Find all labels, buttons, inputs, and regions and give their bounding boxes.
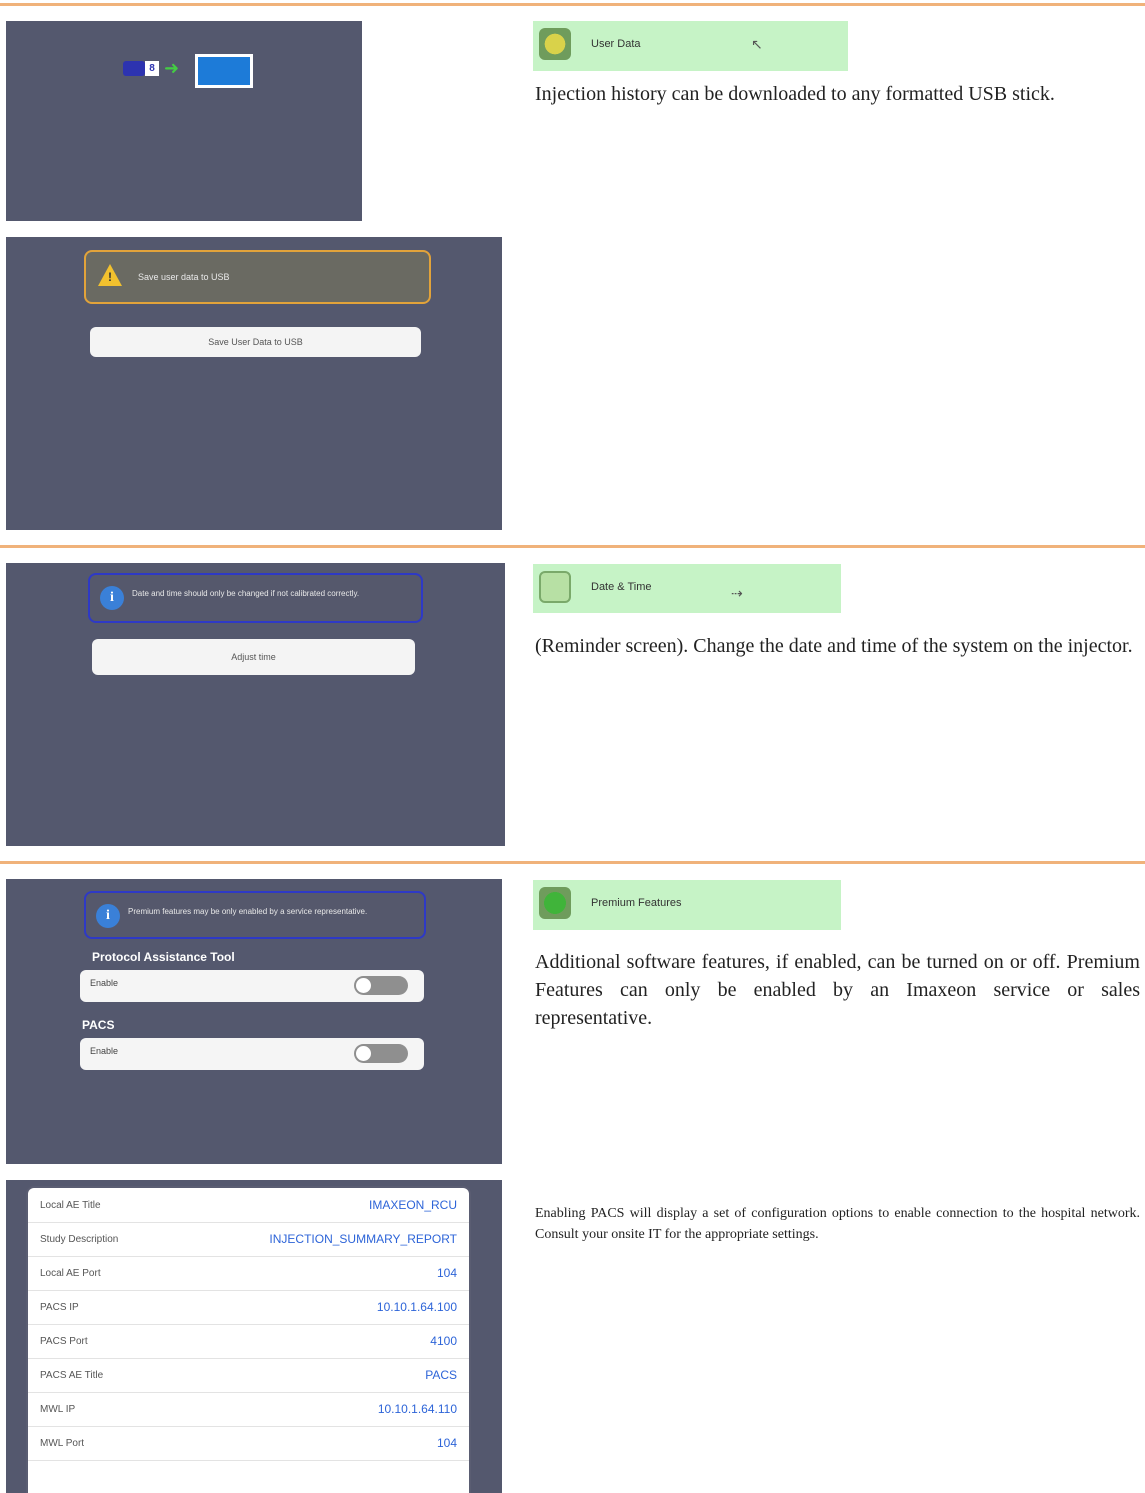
- section-divider: [0, 3, 1145, 6]
- row-value: 10.10.1.64.100: [376, 1300, 457, 1314]
- premium-features-header[interactable]: Premium Features: [533, 880, 841, 930]
- cursor-icon: ↖: [751, 37, 763, 53]
- pacs-row: Enable: [80, 1038, 424, 1070]
- row-key: PACS AE Title: [40, 1370, 104, 1381]
- row-key: Study Description: [40, 1234, 119, 1245]
- row-key: Local AE Port: [40, 1268, 101, 1279]
- table-row[interactable]: MWL IP 10.10.1.64.110: [28, 1392, 469, 1427]
- table-row[interactable]: PACS Port 4100: [28, 1324, 469, 1359]
- table-row[interactable]: MWL Port 104: [28, 1426, 469, 1461]
- cursor-icon: ⇢: [731, 586, 743, 602]
- warning-text: Save user data to USB: [138, 272, 230, 282]
- user-data-icon: [539, 28, 571, 60]
- info-icon: i: [100, 586, 124, 610]
- description-text: Injection history can be downloaded to a…: [535, 83, 1055, 105]
- computer-icon: [195, 54, 253, 88]
- pacs-toggle[interactable]: [354, 1044, 408, 1063]
- toggle-label: Enable: [90, 978, 119, 988]
- table-row[interactable]: PACS AE Title PACS: [28, 1358, 469, 1393]
- pacs-title: PACS: [82, 1018, 115, 1032]
- header-label: Premium Features: [591, 897, 682, 909]
- description-text: Additional software features, if enabled…: [535, 951, 1140, 1029]
- row-value: INJECTION_SUMMARY_REPORT: [269, 1232, 457, 1246]
- usb-transfer-screenshot: 8 ➜: [6, 21, 362, 221]
- row-value: 104: [436, 1266, 457, 1280]
- info-banner: i Premium features may be only enabled b…: [84, 891, 426, 939]
- row-value: 4100: [430, 1334, 457, 1348]
- row-key: Local AE Title: [40, 1200, 101, 1211]
- info-icon: i: [96, 904, 120, 928]
- description-text: (Reminder screen). Change the date and t…: [535, 635, 1133, 657]
- info-text: Premium features may be only enabled by …: [128, 907, 368, 916]
- table-row[interactable]: PACS IP 10.10.1.64.100: [28, 1290, 469, 1325]
- row-key: PACS Port: [40, 1336, 88, 1347]
- usb-stick-label: 8: [145, 61, 159, 76]
- row-key: PACS IP: [40, 1302, 79, 1313]
- save-user-data-button[interactable]: Save User Data to USB: [90, 327, 421, 357]
- date-time-screenshot: i Date and time should only be changed i…: [6, 563, 505, 846]
- header-label: User Data: [591, 38, 641, 50]
- protocol-tool-toggle[interactable]: [354, 976, 408, 995]
- header-label: Date & Time: [591, 581, 652, 593]
- plus-icon: [539, 887, 571, 919]
- row-key: MWL IP: [40, 1404, 76, 1415]
- protocol-tool-row: Enable: [80, 970, 424, 1002]
- info-banner: i Date and time should only be changed i…: [88, 573, 423, 623]
- row-value: PACS: [425, 1368, 457, 1382]
- warning-banner: ! Save user data to USB: [84, 250, 431, 304]
- premium-features-screenshot: i Premium features may be only enabled b…: [6, 879, 502, 1164]
- protocol-tool-title: Protocol Assistance Tool: [92, 950, 235, 964]
- save-user-data-screenshot: ! Save user data to USB Save User Data t…: [6, 237, 502, 530]
- table-row[interactable]: Local AE Title IMAXEON_RCU: [28, 1188, 469, 1223]
- section-divider: [0, 545, 1145, 548]
- info-text: Date and time should only be changed if …: [132, 589, 360, 598]
- row-value: 10.10.1.64.110: [377, 1402, 457, 1416]
- pacs-config-table: Local AE Title IMAXEON_RCU Study Descript…: [28, 1188, 469, 1493]
- toggle-label: Enable: [90, 1046, 119, 1056]
- table-row[interactable]: Study Description INJECTION_SUMMARY_REPOR…: [28, 1222, 469, 1257]
- usb-stick-icon: [123, 61, 145, 76]
- adjust-time-button[interactable]: Adjust time: [92, 639, 415, 675]
- row-value: IMAXEON_RCU: [368, 1198, 457, 1212]
- table-row[interactable]: Local AE Port 104: [28, 1256, 469, 1291]
- calendar-icon: [539, 571, 571, 603]
- section-divider: [0, 861, 1145, 864]
- row-value: 104: [436, 1436, 457, 1450]
- user-data-header[interactable]: User Data ↖: [533, 21, 848, 71]
- row-key: MWL Port: [40, 1438, 85, 1449]
- arrow-right-icon: ➜: [164, 58, 180, 79]
- date-time-header[interactable]: Date & Time ⇢: [533, 564, 841, 613]
- pacs-config-screenshot: Local AE Title IMAXEON_RCU Study Descript…: [6, 1180, 502, 1493]
- warning-mark: !: [108, 270, 112, 284]
- description-text: Enabling PACS will display a set of conf…: [535, 1206, 1140, 1242]
